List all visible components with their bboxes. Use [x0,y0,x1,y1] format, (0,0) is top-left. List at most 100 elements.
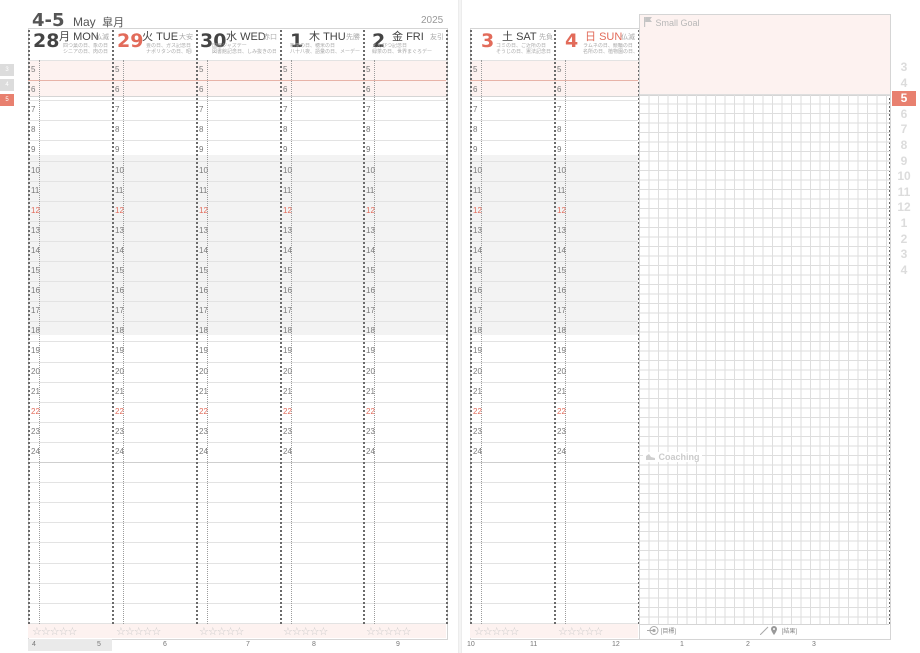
weekday-jp: 日 [585,31,596,43]
hour-label: 20 [557,367,566,376]
weekday-jp: 水 [226,31,237,43]
target-icon [647,626,659,635]
hour-label: 7 [115,105,120,114]
month-tab[interactable]: 3 [892,60,916,75]
hour-line [28,502,446,503]
hour-label: 20 [115,367,124,376]
hour-label: 9 [473,145,478,154]
star-rating[interactable]: ☆☆☆☆☆ [558,625,603,638]
weekday-jp: 月 [59,31,70,43]
scale-number: 5 [97,641,101,648]
hour-label: 23 [366,427,375,436]
hour-label: 23 [473,427,482,436]
day-of-week: 火 TUE [142,31,178,43]
hour-label: 12 [31,206,40,215]
hour-label: 22 [283,407,292,416]
hour-label: 15 [557,266,566,275]
hour-label: 17 [199,306,208,315]
star-rating[interactable]: ☆☆☆☆☆ [116,625,161,638]
hour-label: 5 [557,65,562,74]
hour-label: 8 [31,125,36,134]
hour-label: 23 [557,427,566,436]
rokuyo-label: 友引 [430,34,444,41]
goal-result-label: [結果] [781,629,798,635]
hour-label: 8 [115,125,120,134]
day-notes: 国際ジャズデー 図書館記念日、しみ抜きの日 [212,43,276,55]
hour-label: 19 [366,346,375,355]
hour-label: 11 [366,186,375,195]
star-rating[interactable]: ☆☆☆☆☆ [199,625,244,638]
day-of-week: 金 FRI [392,31,424,43]
hour-label: 13 [31,226,40,235]
month-tab[interactable]: 4 [892,263,916,278]
hour-label: 23 [115,427,124,436]
month-tab[interactable]: 12 [892,200,916,215]
scale-number: 11 [530,641,538,648]
star-rating[interactable]: ☆☆☆☆☆ [283,625,328,638]
month-tab-active[interactable]: 5 [892,91,916,107]
month-tab[interactable]: 10 [892,169,916,184]
left-month-tab[interactable]: 4 [0,79,14,91]
weekday-en: SAT [516,31,537,43]
month-tab[interactable]: 2 [892,232,916,247]
hour-line [28,362,446,363]
hour-label: 13 [115,226,124,235]
month-tab[interactable]: 8 [892,138,916,153]
hour-margin-line [39,60,40,624]
hour-label: 14 [557,246,566,255]
month-tab[interactable]: 9 [892,154,916,169]
hour-line [28,603,446,604]
star-rating[interactable]: ☆☆☆☆☆ [474,625,519,638]
hour-label: 21 [283,387,292,396]
day-number: 28 [33,30,60,52]
hour-label: 7 [31,105,36,114]
note-line: 緑茶の日、世界まぐろデー [372,49,433,55]
month-tab[interactable]: 3 [892,247,916,262]
hour-label: 8 [473,125,478,134]
binding-spine [458,0,462,653]
hour-line [28,241,446,242]
hour-line [28,181,446,182]
hour-label: 7 [473,105,478,114]
left-month-tab[interactable]: 3 [0,64,14,76]
star-rating[interactable]: ☆☆☆☆☆ [32,625,77,638]
hour-label: 17 [283,306,292,315]
weekday-en: WED [240,31,266,43]
hour-label: 18 [31,326,40,335]
rokuyo-label: 仏滅 [95,34,109,41]
hour-margin-line [207,60,208,624]
hour-label: 23 [199,427,208,436]
goal-result: [結果] [759,625,798,636]
month-english: May [72,15,96,29]
scale-number: 6 [163,641,167,648]
hour-label: 9 [557,145,562,154]
star-rating[interactable]: ☆☆☆☆☆ [366,625,411,638]
column-divider [280,30,282,624]
hour-label: 20 [473,367,482,376]
month-tab[interactable]: 1 [892,216,916,231]
day-notes: ゴミの日、ご近所の日 そうじの日、憲法記念日 [496,43,552,55]
month-tab[interactable]: 4 [892,76,916,91]
rokuyo-label: 赤口 [263,34,277,41]
hour-label: 11 [31,186,40,195]
month-tab[interactable]: 7 [892,122,916,137]
hour-label: 6 [473,85,478,94]
hour-label: 10 [557,166,566,175]
hour-label: 22 [199,407,208,416]
hour-label: 18 [283,326,292,335]
hour-line [28,341,446,342]
left-month-tab-active[interactable]: 5 [0,94,14,106]
column-divider [112,30,114,624]
hour-label: 18 [199,326,208,335]
hour-margin-line [565,60,566,624]
hour-label: 18 [473,326,482,335]
hour-label: 24 [366,447,375,456]
hour-label: 11 [115,186,124,195]
month-tab[interactable]: 11 [892,185,916,200]
hour-line [28,80,446,81]
day-number: 29 [117,30,144,52]
hour-label: 6 [366,85,371,94]
day-of-week: 木 THU [309,31,346,43]
hour-label: 22 [115,407,124,416]
month-tab[interactable]: 6 [892,107,916,122]
